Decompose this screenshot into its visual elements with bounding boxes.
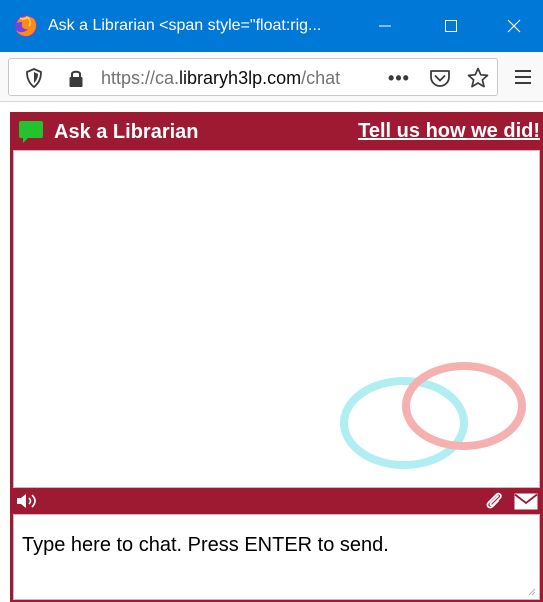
chat-message-input[interactable]: [14, 515, 539, 599]
url-bar[interactable]: https://ca.libraryh3lp.com/chat •••: [8, 58, 498, 96]
close-icon: [507, 19, 521, 33]
window-titlebar: Ask a Librarian <span style="float:rig..…: [0, 0, 543, 52]
minimize-button[interactable]: [356, 0, 414, 52]
url-domain: libraryh3lp.com: [179, 68, 302, 88]
resize-grip-icon[interactable]: [526, 586, 536, 596]
window-title: Ask a Librarian <span style="float:rig..…: [48, 17, 322, 34]
lock-icon[interactable]: [65, 67, 87, 89]
bookmark-star-icon[interactable]: [465, 66, 491, 90]
url-path: /chat: [301, 68, 341, 88]
minimize-icon: [379, 25, 391, 27]
chat-watermark-icon: [340, 362, 526, 469]
browser-toolbar: https://ca.libraryh3lp.com/chat •••: [0, 52, 543, 102]
hamburger-menu-icon[interactable]: [510, 64, 536, 90]
chat-widget: Ask a Librarian Tell us how we did!: [10, 112, 543, 602]
firefox-logo-icon: [15, 15, 37, 37]
chat-input-area: [13, 514, 540, 600]
chat-header: Ask a Librarian Tell us how we did!: [10, 112, 543, 150]
chat-transcript[interactable]: [13, 150, 540, 488]
url-prefix: https://ca.: [101, 68, 180, 88]
paperclip-icon[interactable]: [484, 491, 504, 511]
close-button[interactable]: [485, 0, 543, 52]
feedback-link[interactable]: Tell us how we did!: [340, 119, 540, 143]
maximize-button[interactable]: [422, 0, 480, 52]
speaker-icon[interactable]: [16, 492, 38, 510]
page-actions-button[interactable]: •••: [377, 67, 421, 89]
chat-bubble-icon: [19, 121, 43, 143]
envelope-icon[interactable]: [514, 493, 538, 510]
chat-controls: [10, 488, 543, 514]
url-text[interactable]: https://ca.libraryh3lp.com/chat: [101, 67, 373, 89]
maximize-icon: [445, 20, 457, 32]
tracking-shield-icon[interactable]: [23, 67, 45, 89]
chat-title: Ask a Librarian: [54, 121, 199, 143]
pocket-icon[interactable]: [427, 66, 453, 90]
